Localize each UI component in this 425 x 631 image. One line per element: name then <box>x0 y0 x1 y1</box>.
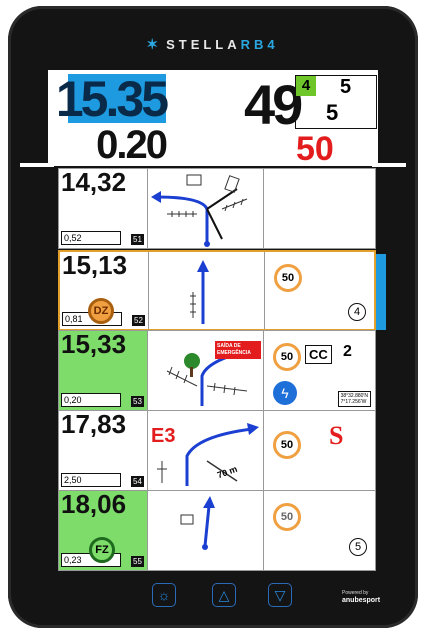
box-bottom-value: 5 <box>326 100 339 125</box>
km-value: 18,06 <box>61 489 127 519</box>
notes-cell <box>263 169 375 248</box>
km-cell: 15,13 0,81 DZ 52 <box>60 250 149 329</box>
km-value: 17,83 <box>61 409 127 439</box>
roadbook-row[interactable]: 18,06 0,23 FZ 55 50 5 <box>58 489 376 571</box>
notes-cell: 50 S <box>263 411 375 490</box>
green-badge: 4 <box>296 76 316 96</box>
footer-powered: Powered by <box>342 590 369 596</box>
footer-company: anubesport <box>342 597 381 604</box>
lightning-icon: ϟ <box>273 381 297 405</box>
cc-number: 2 <box>343 343 352 360</box>
circled-number: 4 <box>348 303 366 321</box>
row-number: 54 <box>131 476 144 487</box>
tulip-cell <box>147 169 264 248</box>
circled-number: 5 <box>349 538 367 556</box>
roadbook-row[interactable]: 14,32 0,52 51 <box>58 167 376 249</box>
km-cell: 15,33 0,20 53 <box>59 329 148 410</box>
speed-limit-sign: 50 <box>274 264 302 292</box>
speed-display: 15.35 <box>55 71 169 127</box>
tulip-diagram-icon <box>190 260 209 324</box>
header-panel: 15.35 0.20 49 4 5 5 50 <box>48 70 378 168</box>
emergency-exit-sign: SAÍDA DE EMERGÊNCIA <box>215 341 261 359</box>
km-value: 14,32 <box>61 167 127 197</box>
tulip-diagram-icon <box>157 423 259 486</box>
speed-limit-end-sign: 50 <box>273 503 301 531</box>
s-curve-icon: S <box>329 421 344 450</box>
brand-logo: ✶ STELLARB4 <box>146 36 279 52</box>
tulip-cell <box>147 491 264 570</box>
tulip-cell <box>148 252 265 329</box>
right-active-marker <box>376 254 386 330</box>
stella-icon: ✶ <box>146 36 163 52</box>
speed-limit-sign: 50 <box>273 431 301 459</box>
km-value: 15,13 <box>62 250 128 280</box>
dz-badge: DZ <box>88 298 114 324</box>
roadbook-row[interactable]: 17,83 2,50 54 E3 70 m 50 S <box>58 409 376 491</box>
row-number: 55 <box>131 556 144 567</box>
tulip-diagram-icon <box>180 496 215 550</box>
notes-cell: 50 CC 2 ϟ 38°32.880'N 7°17.256'W <box>263 331 375 410</box>
box-top-value: 5 <box>340 76 352 98</box>
row-number: 53 <box>131 396 144 407</box>
center-value: 49 <box>244 73 303 136</box>
speed-limit-sign: 50 <box>273 343 301 371</box>
info-box: 4 5 5 <box>295 75 377 129</box>
tulip-diagram-icon <box>151 174 248 247</box>
tulip-cell: E3 70 m <box>147 411 264 490</box>
km-cell: 17,83 2,50 54 <box>59 409 148 490</box>
roadbook-row[interactable]: 15,33 0,20 53 SAÍDA DE EMERGÊNCIA 50 CC … <box>58 329 376 411</box>
notes-cell: 50 4 <box>264 252 374 329</box>
partial-distance: 0,52 <box>61 231 121 245</box>
row-number: 52 <box>132 315 145 326</box>
tulip-cell: SAÍDA DE EMERGÊNCIA <box>147 331 264 410</box>
up-button[interactable]: △ <box>212 583 236 607</box>
km-cell: 14,32 0,52 51 <box>59 167 148 248</box>
distance-display: 0.20 <box>96 123 168 167</box>
km-value: 15,33 <box>61 329 127 359</box>
gps-coordinates: 38°32.880'N 7°17.256'W <box>337 391 371 407</box>
partial-distance: 0,20 <box>61 393 121 407</box>
down-button[interactable]: ▽ <box>268 583 292 607</box>
header-divider <box>48 164 378 166</box>
e3-label: E3 <box>151 425 176 447</box>
partial-distance: 2,50 <box>61 473 121 487</box>
brightness-button[interactable]: ☼ <box>152 583 176 607</box>
row-number: 51 <box>131 234 144 245</box>
roadbook-row-active[interactable]: 15,13 0,81 DZ 52 50 4 <box>58 250 376 331</box>
cc-box: CC <box>305 345 332 364</box>
km-cell: 18,06 0,23 FZ 55 <box>59 489 148 570</box>
fz-badge: FZ <box>89 537 115 563</box>
notes-cell: 50 5 <box>263 491 375 570</box>
